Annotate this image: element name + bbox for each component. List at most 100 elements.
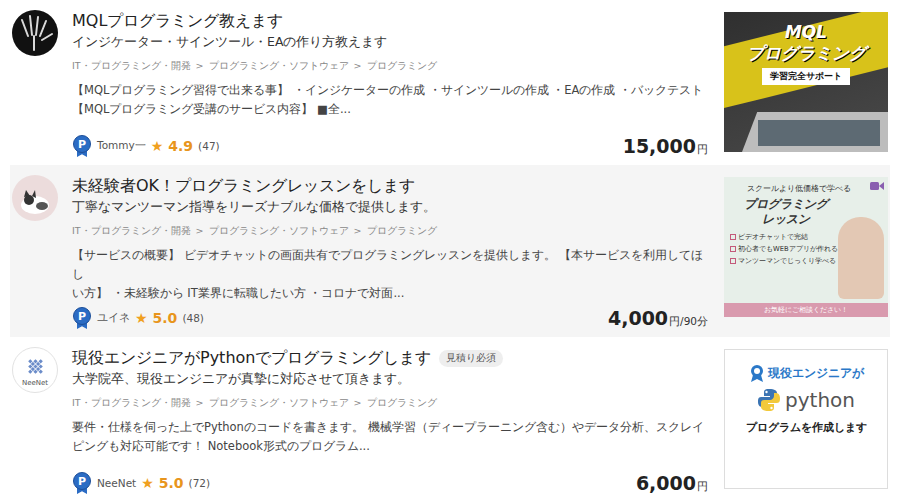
thumb-tagline: スクールより低価格で学べる (730, 183, 868, 194)
diamond-logo-icon (18, 353, 53, 379)
seller-name[interactable]: Tommy一 (97, 139, 146, 153)
price-amount: 6,000 (636, 472, 696, 494)
thumb-heading-line: プログラミング (734, 197, 838, 212)
title-row: 現役エンジニアがPythonでプログラミングします見積り必須 (72, 347, 710, 369)
listing-title[interactable]: 未経験者OK！プログラミングレッスンをします (72, 175, 415, 197)
price-unit: 円 (697, 480, 708, 494)
thumb-label: 学習完全サポート (762, 68, 850, 85)
rank-badge-icon: P (72, 472, 92, 494)
breadcrumb-item[interactable]: プログラミング (367, 59, 437, 73)
thumb-heading: 現役エンジニアが (768, 365, 864, 382)
breadcrumbs: IT・プログラミング・開発>プログラミング・ソフトウェア>プログラミング (72, 396, 710, 410)
breadcrumb-item[interactable]: プログラミング・ソフトウェア (209, 224, 349, 238)
price: 6,000円 (636, 472, 710, 494)
estimate-tag: 見積り必須 (439, 350, 503, 367)
listing-card[interactable]: MQLプログラミング教えますインジケーター・サインツール・EAの作り方教えます I… (10, 0, 890, 165)
listing-body: 現役エンジニアがPythonでプログラミングします見積り必須大学院卒、現役エンジ… (72, 347, 710, 494)
description-line: ピングも対応可能です！ Notebook形式のプログラム... (72, 437, 710, 456)
breadcrumbs: IT・プログラミング・開発>プログラミング・ソフトウェア>プログラミング (72, 59, 710, 73)
listing-card[interactable]: NeeNet現役エンジニアがPythonでプログラミングします見積り必須大学院卒… (10, 337, 890, 495)
thumb-footer: お気軽にご相談ください！ (724, 303, 888, 317)
video-camera-icon (870, 181, 884, 191)
description-line: 【MQLプログラミング受講のサービス内容】 ■全... (72, 100, 710, 119)
laptop-screen (758, 120, 880, 146)
breadcrumb-item[interactable]: IT・プログラミング・開発 (72, 224, 191, 238)
rank-badge-icon: P (72, 135, 92, 157)
seller-avatar[interactable] (12, 10, 58, 56)
breadcrumb-item[interactable]: プログラミング (367, 224, 437, 238)
breadcrumbs: IT・プログラミング・開発>プログラミング・ソフトウェア>プログラミング (72, 224, 710, 238)
listing-description: 要件・仕様を伺った上でPythonのコードを書きます。 機械学習（ディープラーニ… (72, 418, 710, 456)
star-icon: ★ (151, 139, 164, 153)
badge-letter: P (73, 472, 91, 490)
price: 4,000円/90分 (608, 307, 710, 329)
price-amount: 4,000 (608, 307, 668, 329)
breadcrumb-item[interactable]: IT・プログラミング・開発 (72, 59, 191, 73)
cat-icon (12, 175, 58, 221)
rating: 5.0 (159, 475, 184, 491)
review-count: (47) (198, 140, 220, 152)
feature-text: ビデオチャットで完結 (738, 232, 808, 242)
checkbox-icon (730, 246, 736, 252)
listing-card[interactable]: 未経験者OK！プログラミングレッスンをします丁寧なマンツーマン指導をリーズナブル… (10, 165, 890, 337)
seller-info: P NeeNet ★ 5.0 (72) (72, 472, 210, 494)
listing-description: 【MQLプログラミング習得で出来る事】 ・インジケーターの作成 ・サインツールの… (72, 81, 710, 119)
description-line: 【MQLプログラミング習得で出来る事】 ・インジケーターの作成 ・サインツールの… (72, 81, 710, 100)
service-thumbnail[interactable]: MQLプログラミング学習完全サポート (724, 12, 888, 152)
star-icon: ★ (141, 476, 154, 490)
seller-info: P ユイネ ★ 5.0 (48) (72, 307, 204, 329)
award-icon (749, 364, 765, 382)
logo-label: NeeNet (22, 380, 48, 387)
seller-name[interactable]: ユイネ (97, 311, 130, 325)
breadcrumb-separator: > (354, 59, 362, 73)
seller-info: P Tommy一 ★ 4.9 (47) (72, 135, 220, 157)
listing-subtitle: 丁寧なマンツーマン指導をリーズナブルな価格で提供します。 (72, 198, 710, 216)
thumb-heading-line: レッスン (734, 212, 838, 227)
service-thumbnail[interactable]: 現役エンジニアが python プログラムを作成します (724, 349, 888, 489)
price: 15,000円 (623, 135, 710, 157)
breadcrumb-item[interactable]: プログラミング・ソフトウェア (209, 59, 349, 73)
rank-badge-icon: P (72, 307, 92, 329)
listing-title[interactable]: 現役エンジニアがPythonでプログラミングします (72, 347, 431, 369)
breadcrumb-item[interactable]: IT・プログラミング・開発 (72, 396, 191, 410)
price-unit: 円/90分 (669, 315, 708, 329)
review-count: (48) (182, 312, 204, 324)
breadcrumb-item[interactable]: プログラミング (367, 396, 437, 410)
description-line: 要件・仕様を伺った上でPythonのコードを書きます。 機械学習（ディープラーニ… (72, 418, 710, 437)
seller-avatar[interactable]: NeeNet (12, 347, 58, 393)
xray-hand-icon (12, 10, 58, 56)
listing-description: 【サービスの概要】 ビデオチャットの画面共有でプログラミングレッスンを提供します… (72, 246, 710, 303)
thumb-heading: プログラミング (747, 43, 866, 64)
listing-subtitle: 大学院卒、現役エンジニアが真摯に対応させて頂きます。 (72, 370, 710, 388)
thumb-row: python (757, 388, 855, 412)
title-row: MQLプログラミング教えます (72, 10, 710, 32)
checkbox-icon (730, 234, 736, 240)
price-unit: 円 (697, 143, 708, 157)
review-count: (72) (189, 477, 211, 489)
description-line: 【サービスの概要】 ビデオチャットの画面共有でプログラミングレッスンを提供します… (72, 246, 710, 284)
listing-subtitle: インジケーター・サインツール・EAの作り方教えます (72, 33, 710, 51)
price-amount: 15,000 (623, 135, 696, 157)
seller-name[interactable]: NeeNet (97, 477, 136, 489)
feature-text: マンツーマンでじっくり学べる (738, 256, 836, 266)
listing-footer: P Tommy一 ★ 4.9 (47) 15,000円 (72, 131, 710, 157)
rating: 4.9 (168, 138, 193, 154)
rating: 5.0 (153, 310, 178, 326)
seller-avatar[interactable] (12, 175, 58, 221)
feature-text: 初心者でもWEBアプリが作れる (738, 244, 838, 254)
listing-title[interactable]: MQLプログラミング教えます (72, 10, 283, 32)
thumb-row: 現役エンジニアが (749, 364, 864, 382)
checkbox-icon (730, 258, 736, 264)
python-logo-icon (757, 388, 781, 412)
breadcrumb-item[interactable]: プログラミング・ソフトウェア (209, 396, 349, 410)
listing-body: MQLプログラミング教えますインジケーター・サインツール・EAの作り方教えます I… (72, 10, 710, 157)
breadcrumb-separator: > (354, 224, 362, 238)
description-line: い方】 ・未経験から IT業界に転職したい方 ・コロナで対面... (72, 284, 710, 303)
thumb-caption: プログラムを作成します (746, 420, 867, 435)
feature-item: ビデオチャットで完結 (730, 232, 838, 242)
listing-footer: P NeeNet ★ 5.0 (72) 6,000円 (72, 468, 710, 494)
thumb-brand: python (785, 388, 855, 412)
feature-list: ビデオチャットで完結初心者でもWEBアプリが作れるマンツーマンでじっくり学べる (730, 232, 838, 266)
star-icon: ★ (135, 311, 148, 325)
service-thumbnail[interactable]: スクールより低価格で学べるプログラミングレッスンビデオチャットで完結初心者でもW… (724, 177, 888, 317)
